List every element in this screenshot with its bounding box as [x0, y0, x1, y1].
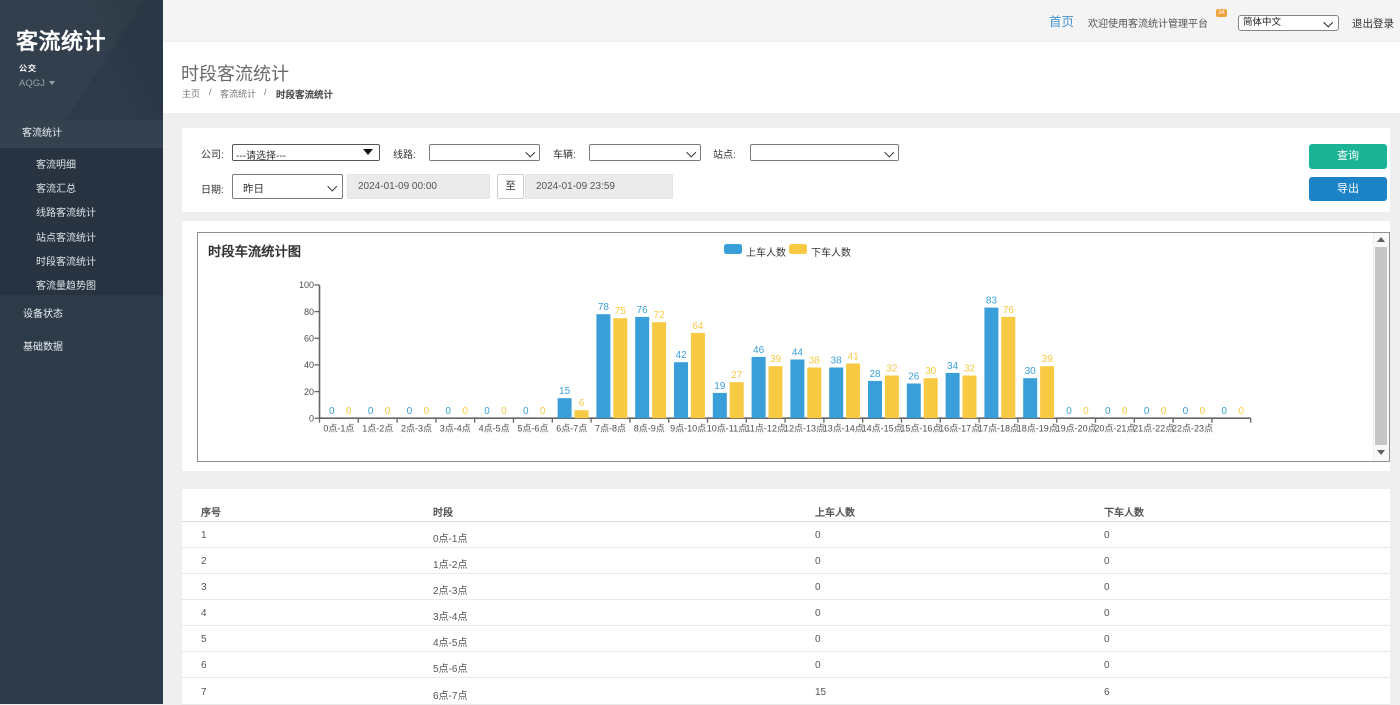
- svg-text:78: 78: [598, 302, 610, 313]
- svg-text:11点-12点: 11点-12点: [746, 423, 786, 433]
- svg-text:38: 38: [831, 356, 843, 367]
- svg-text:32: 32: [964, 364, 976, 375]
- svg-text:14点-15点: 14点-15点: [862, 423, 903, 433]
- svg-text:21点-22点: 21点-22点: [1133, 423, 1174, 433]
- svg-text:0点-1点: 0点-1点: [323, 423, 354, 433]
- svg-text:0: 0: [1200, 406, 1206, 417]
- svg-text:4点-5点: 4点-5点: [479, 423, 510, 433]
- svg-text:40: 40: [304, 360, 314, 370]
- svg-text:0: 0: [1105, 406, 1111, 417]
- svg-text:0: 0: [1122, 406, 1128, 417]
- svg-text:0: 0: [424, 406, 430, 417]
- svg-text:41: 41: [848, 352, 860, 363]
- svg-text:9点-10点: 9点-10点: [670, 423, 706, 433]
- svg-text:19点-20点: 19点-20点: [1056, 423, 1097, 433]
- svg-text:80: 80: [304, 307, 314, 317]
- svg-text:16点-17点: 16点-17点: [939, 423, 980, 433]
- svg-text:28: 28: [869, 369, 881, 380]
- svg-text:42: 42: [675, 350, 687, 361]
- svg-text:39: 39: [1042, 354, 1054, 365]
- svg-text:0: 0: [385, 406, 391, 417]
- svg-text:76: 76: [1003, 305, 1015, 316]
- svg-text:0: 0: [1183, 406, 1189, 417]
- svg-text:22点-23点: 22点-23点: [1172, 423, 1213, 433]
- svg-text:34: 34: [947, 361, 959, 372]
- svg-text:60: 60: [304, 334, 314, 344]
- svg-text:0: 0: [462, 406, 468, 417]
- svg-text:32: 32: [886, 364, 898, 375]
- svg-text:64: 64: [692, 321, 704, 332]
- svg-text:12点-13点: 12点-13点: [784, 423, 825, 433]
- svg-text:6点-7点: 6点-7点: [556, 423, 587, 433]
- svg-text:15: 15: [559, 386, 571, 397]
- svg-text:0: 0: [1144, 406, 1150, 417]
- svg-text:0: 0: [329, 406, 335, 417]
- svg-text:6: 6: [579, 398, 585, 409]
- svg-text:38: 38: [809, 356, 821, 367]
- svg-text:0: 0: [1238, 406, 1244, 417]
- svg-text:30: 30: [1025, 366, 1037, 377]
- svg-text:0: 0: [1066, 406, 1072, 417]
- svg-text:0: 0: [1161, 406, 1167, 417]
- svg-text:5点-6点: 5点-6点: [517, 423, 548, 433]
- svg-text:0: 0: [407, 406, 413, 417]
- svg-text:30: 30: [925, 366, 937, 377]
- svg-text:17点-18点: 17点-18点: [978, 423, 1019, 433]
- svg-text:39: 39: [770, 354, 782, 365]
- svg-text:100: 100: [299, 280, 314, 290]
- svg-text:72: 72: [654, 310, 666, 321]
- svg-text:3点-4点: 3点-4点: [440, 423, 471, 433]
- svg-text:0: 0: [1221, 406, 1227, 417]
- svg-text:0: 0: [346, 406, 352, 417]
- svg-text:76: 76: [637, 305, 649, 316]
- svg-text:10点-11点: 10点-11点: [707, 423, 747, 433]
- svg-text:0: 0: [368, 406, 374, 417]
- svg-text:0: 0: [484, 406, 490, 417]
- svg-text:20: 20: [304, 387, 314, 397]
- svg-text:2点-3点: 2点-3点: [401, 423, 432, 433]
- svg-text:7点-8点: 7点-8点: [595, 423, 626, 433]
- svg-text:75: 75: [615, 306, 627, 317]
- svg-text:19: 19: [714, 381, 726, 392]
- svg-text:83: 83: [986, 296, 998, 307]
- svg-text:0: 0: [540, 406, 546, 417]
- svg-text:26: 26: [908, 372, 920, 383]
- svg-text:20点-21点: 20点-21点: [1094, 423, 1135, 433]
- svg-text:0: 0: [501, 406, 507, 417]
- svg-text:0: 0: [309, 413, 314, 423]
- svg-text:44: 44: [792, 348, 804, 359]
- svg-text:13点-14点: 13点-14点: [823, 423, 864, 433]
- svg-text:0: 0: [1083, 406, 1089, 417]
- svg-text:18点-19点: 18点-19点: [1017, 423, 1058, 433]
- svg-text:8点-9点: 8点-9点: [634, 423, 665, 433]
- svg-text:1点-2点: 1点-2点: [362, 423, 393, 433]
- svg-text:0: 0: [523, 406, 529, 417]
- svg-text:15点-16点: 15点-16点: [900, 423, 941, 433]
- svg-text:27: 27: [731, 370, 743, 381]
- svg-text:46: 46: [753, 345, 765, 356]
- svg-text:0: 0: [445, 406, 451, 417]
